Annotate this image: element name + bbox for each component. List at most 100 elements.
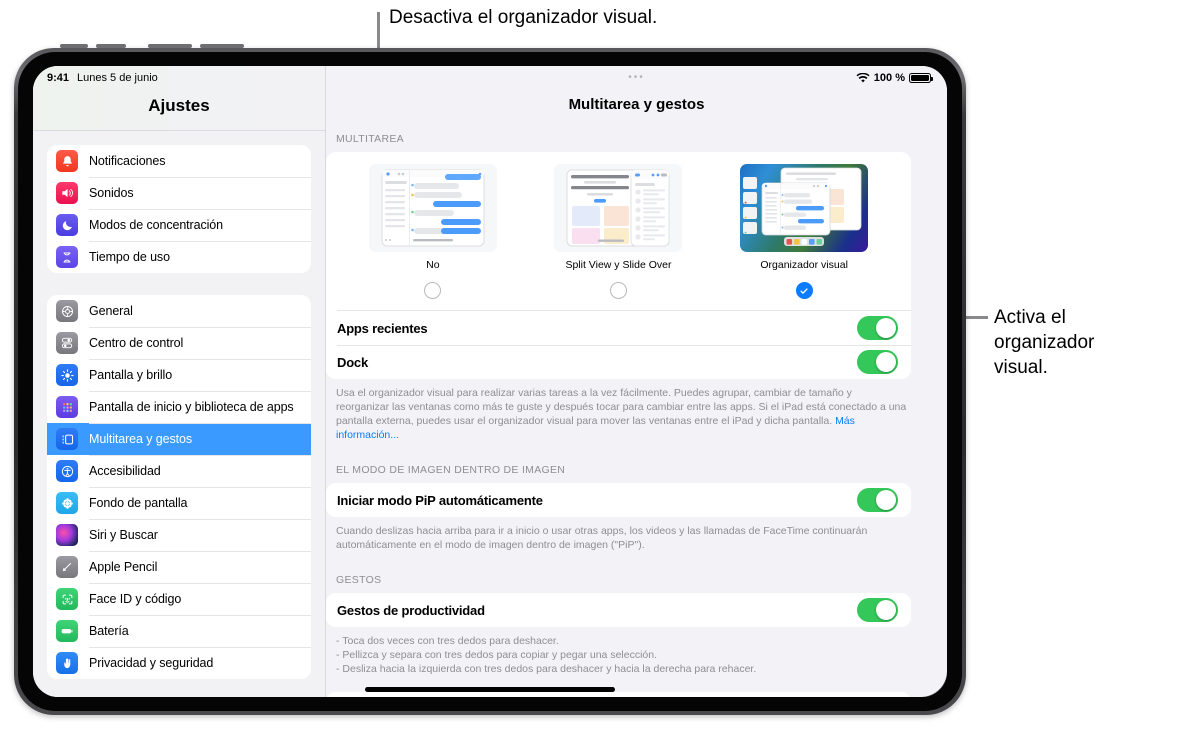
sidebar-item-multitarea-y-gestos[interactable]: Multitarea y gestos <box>47 423 311 455</box>
multitasking-mode-options: No Split View y Slide Over Organizador v… <box>326 164 911 273</box>
sidebar-item-label: Privacidad y seguridad <box>89 656 214 670</box>
mode-option-organizador-visual[interactable]: Organizador visual <box>740 164 869 271</box>
toggle-knob <box>876 352 896 372</box>
sidebar-item-label: Accesibilidad <box>89 464 161 478</box>
radio-no[interactable] <box>424 282 442 299</box>
off-thumbnail <box>368 164 497 252</box>
radio-wrap-no <box>369 282 497 299</box>
settings-sidebar: 9:41 Lunes 5 de junio Ajustes Notificaci… <box>33 66 326 697</box>
display-brightness-icon <box>56 364 78 386</box>
sidebar-item-fondo-de-pantalla[interactable]: Fondo de pantalla <box>47 487 311 519</box>
sidebar-item-label: Tiempo de uso <box>89 250 170 264</box>
sidebar-item-label: Pantalla y brillo <box>89 368 173 382</box>
toggle-label: Apps recientes <box>337 320 428 336</box>
multitasking-grabber-icon[interactable]: ••• <box>628 72 645 83</box>
page-title: Multitarea y gestos <box>568 96 705 113</box>
ipad-device-frame: 9:41 Lunes 5 de junio Ajustes Notificaci… <box>14 44 966 715</box>
sidebar-item-centro-de-control[interactable]: Centro de control <box>47 327 311 359</box>
radio-organizador-visual[interactable] <box>795 282 813 299</box>
sidebar-item-privacidad-y-seguridad[interactable]: Privacidad y seguridad <box>47 647 311 679</box>
sidebar-item-label: Sonidos <box>89 186 134 200</box>
status-time: 9:41 <box>47 72 70 84</box>
mode-option-no[interactable]: No <box>368 164 497 271</box>
device-button-2 <box>96 44 126 48</box>
face-id-icon <box>56 588 78 610</box>
ipad-screen: 9:41 Lunes 5 de junio Ajustes Notificaci… <box>33 66 947 697</box>
detail-scroll-area[interactable]: MULTITAREA No Split View y Slide Over Or… <box>326 133 947 697</box>
battery-percent-label: 100 % <box>873 72 905 84</box>
footnote-gestos: - Toca dos veces con tres dedos para des… <box>336 635 757 675</box>
toggle-label: Gestos de productividad <box>337 602 485 618</box>
sidebar-item-pantalla-de-inicio[interactable]: Pantalla de inicio y biblioteca de apps <box>47 391 311 423</box>
toggle-row-apps-recientes[interactable]: Apps recientes <box>326 311 911 345</box>
toggle-row-dock[interactable]: Dock <box>326 345 911 379</box>
multitasking-mode-radios <box>326 273 911 310</box>
sidebar-item-apple-pencil[interactable]: Apple Pencil <box>47 551 311 583</box>
sidebar-item-modos-de-concentracion[interactable]: Modos de concentración <box>47 209 311 241</box>
sidebar-item-label: Notificaciones <box>89 154 166 168</box>
sidebar-item-tiempo-de-uso[interactable]: Tiempo de uso <box>47 241 311 273</box>
sidebar-title: Ajustes <box>33 90 325 131</box>
status-date: Lunes 5 de junio <box>77 72 158 84</box>
sidebar-item-label: Apple Pencil <box>89 560 158 574</box>
toggle-pip[interactable] <box>857 488 898 512</box>
toggle-row-gestos-cuatro-cinco-dedos[interactable]: Gestos con cuatro y cinco dedos <box>326 692 911 697</box>
mode-label: Split View y Slide Over <box>565 259 672 271</box>
sidebar-scroll-area[interactable]: Notificaciones Sonidos Modos de concentr… <box>33 131 325 697</box>
splitview-thumbnail <box>554 164 683 252</box>
multitasking-icon <box>56 428 78 450</box>
status-bar-left: 9:41 Lunes 5 de junio <box>33 66 325 90</box>
device-button-3 <box>148 44 192 48</box>
device-top-buttons <box>60 44 260 49</box>
sidebar-item-label: Centro de control <box>89 336 184 350</box>
device-button-1 <box>60 44 88 48</box>
radio-wrap-organizador-visual <box>740 282 868 299</box>
apple-pencil-icon <box>56 556 78 578</box>
mode-option-split-view[interactable]: Split View y Slide Over <box>554 164 683 271</box>
toggle-knob <box>876 600 896 620</box>
sounds-icon <box>56 182 78 204</box>
sidebar-item-label: Batería <box>89 624 129 638</box>
sidebar-item-label: Modos de concentración <box>89 218 223 232</box>
control-center-icon <box>56 332 78 354</box>
sidebar-item-general[interactable]: General <box>47 295 311 327</box>
screenshot-root: Desactiva el organizador visual. Activa … <box>0 0 1178 747</box>
radio-wrap-split-view <box>554 282 682 299</box>
sidebar-item-notificaciones[interactable]: Notificaciones <box>47 145 311 177</box>
sidebar-item-accesibilidad[interactable]: Accesibilidad <box>47 455 311 487</box>
sidebar-item-label: General <box>89 304 133 318</box>
toggle-label: Dock <box>337 354 368 370</box>
toggle-apps-recientes[interactable] <box>857 316 898 340</box>
pip-card: Iniciar modo PiP automáticamente <box>326 483 911 517</box>
footnote-pip: Cuando deslizas hacia arriba para ir a i… <box>336 525 868 551</box>
toggle-row-gestos-productividad[interactable]: Gestos de productividad <box>326 593 911 627</box>
gestures-card: Gestos de productividad <box>326 593 911 627</box>
toggle-gestos-productividad[interactable] <box>857 598 898 622</box>
sidebar-item-face-id-y-codigo[interactable]: Face ID y código <box>47 583 311 615</box>
radio-split-view[interactable] <box>609 282 627 299</box>
sidebar-item-bateria[interactable]: Batería <box>47 615 311 647</box>
gestures-card-2: Gestos con cuatro y cinco dedos <box>326 692 911 697</box>
footnote-multitarea: Usa el organizador visual para realizar … <box>326 379 911 442</box>
section-header-gestos: GESTOS <box>336 574 382 586</box>
checkmark-icon <box>800 287 808 294</box>
toggle-row-pip[interactable]: Iniciar modo PiP automáticamente <box>326 483 911 517</box>
ipad-bezel: 9:41 Lunes 5 de junio Ajustes Notificaci… <box>18 52 962 711</box>
battery-settings-icon <box>56 620 78 642</box>
privacy-icon <box>56 652 78 674</box>
sidebar-item-label: Fondo de pantalla <box>89 496 188 510</box>
footnote-text: Usa el organizador visual para realizar … <box>336 387 907 427</box>
sidebar-item-siri-y-buscar[interactable]: Siri y Buscar <box>47 519 311 551</box>
screen-time-icon <box>56 246 78 268</box>
device-button-4 <box>200 44 244 48</box>
multitasking-card: No Split View y Slide Over Organizador v… <box>326 152 911 379</box>
general-icon <box>56 300 78 322</box>
callout-label-deactivate: Desactiva el organizador visual. <box>389 7 658 28</box>
toggle-label: Iniciar modo PiP automáticamente <box>337 492 543 508</box>
sidebar-item-sonidos[interactable]: Sonidos <box>47 177 311 209</box>
home-indicator[interactable] <box>365 687 615 692</box>
focus-icon <box>56 214 78 236</box>
sidebar-item-pantalla-y-brillo[interactable]: Pantalla y brillo <box>47 359 311 391</box>
toggle-knob <box>876 318 896 338</box>
toggle-dock[interactable] <box>857 350 898 374</box>
